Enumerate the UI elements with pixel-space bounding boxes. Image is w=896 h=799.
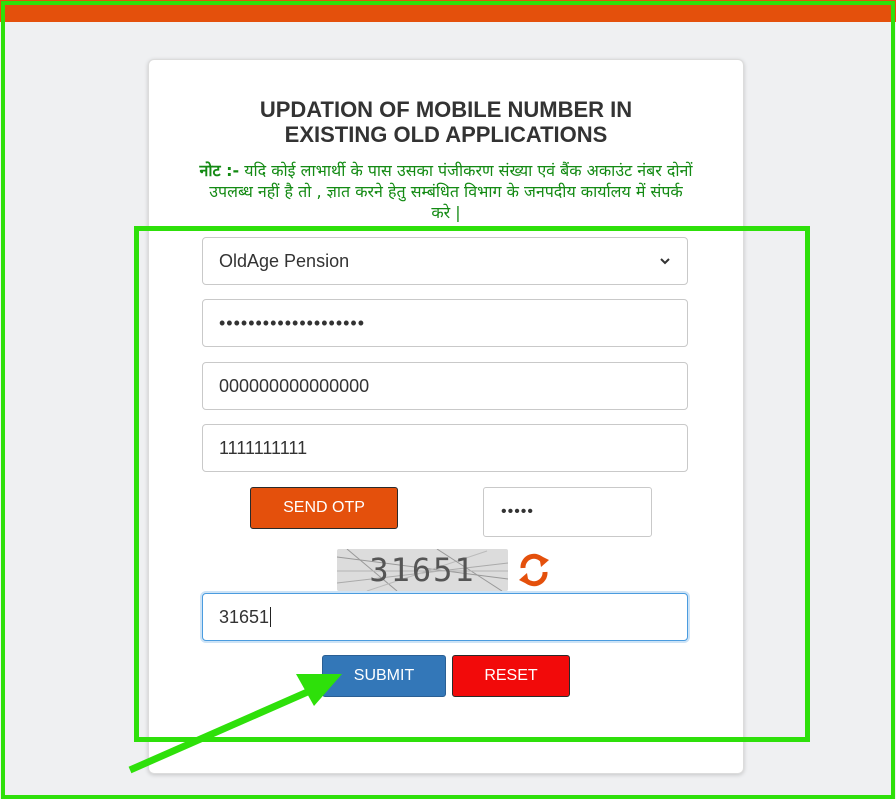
account-number-field[interactable]: 000000000000000 xyxy=(202,362,688,410)
submit-button[interactable]: SUBMIT xyxy=(322,655,446,697)
scheme-select[interactable]: OldAge Pension xyxy=(202,237,688,285)
otp-input[interactable]: ••••• xyxy=(483,487,652,537)
captcha-input[interactable]: 31651 xyxy=(202,593,688,641)
send-otp-button[interactable]: SEND OTP xyxy=(250,487,398,529)
chevron-down-icon xyxy=(660,258,670,265)
page-title: UPDATION OF MOBILE NUMBER IN EXISTING OL… xyxy=(149,97,743,147)
form-card: UPDATION OF MOBILE NUMBER IN EXISTING OL… xyxy=(148,59,744,774)
captcha-input-value: 31651 xyxy=(219,606,270,627)
otp-input-value: ••••• xyxy=(501,503,535,520)
title-line-2: EXISTING OLD APPLICATIONS xyxy=(284,122,608,147)
registration-number-field[interactable]: •••••••••••••••••••• xyxy=(202,299,688,347)
refresh-icon[interactable] xyxy=(515,551,553,589)
account-number-value: 000000000000000 xyxy=(219,375,370,396)
captcha-code: 31651 xyxy=(369,551,476,589)
registration-number-value: •••••••••••••••••••• xyxy=(219,312,366,333)
note-text: नोट :- यदि कोई लाभार्थी के पास उसका पंजी… xyxy=(199,160,693,223)
mobile-number-value: 1111111111 xyxy=(219,437,308,458)
note-label: नोट :- xyxy=(199,161,240,180)
top-accent-bar xyxy=(0,0,896,22)
reset-button[interactable]: RESET xyxy=(452,655,570,697)
scheme-select-value: OldAge Pension xyxy=(219,250,350,271)
captcha-image: 31651 xyxy=(337,549,508,591)
text-cursor xyxy=(270,607,272,627)
mobile-number-field[interactable]: 1111111111 xyxy=(202,424,688,472)
title-line-1: UPDATION OF MOBILE NUMBER IN xyxy=(259,97,633,122)
note-body: यदि कोई लाभार्थी के पास उसका पंजीकरण संख… xyxy=(209,161,693,222)
